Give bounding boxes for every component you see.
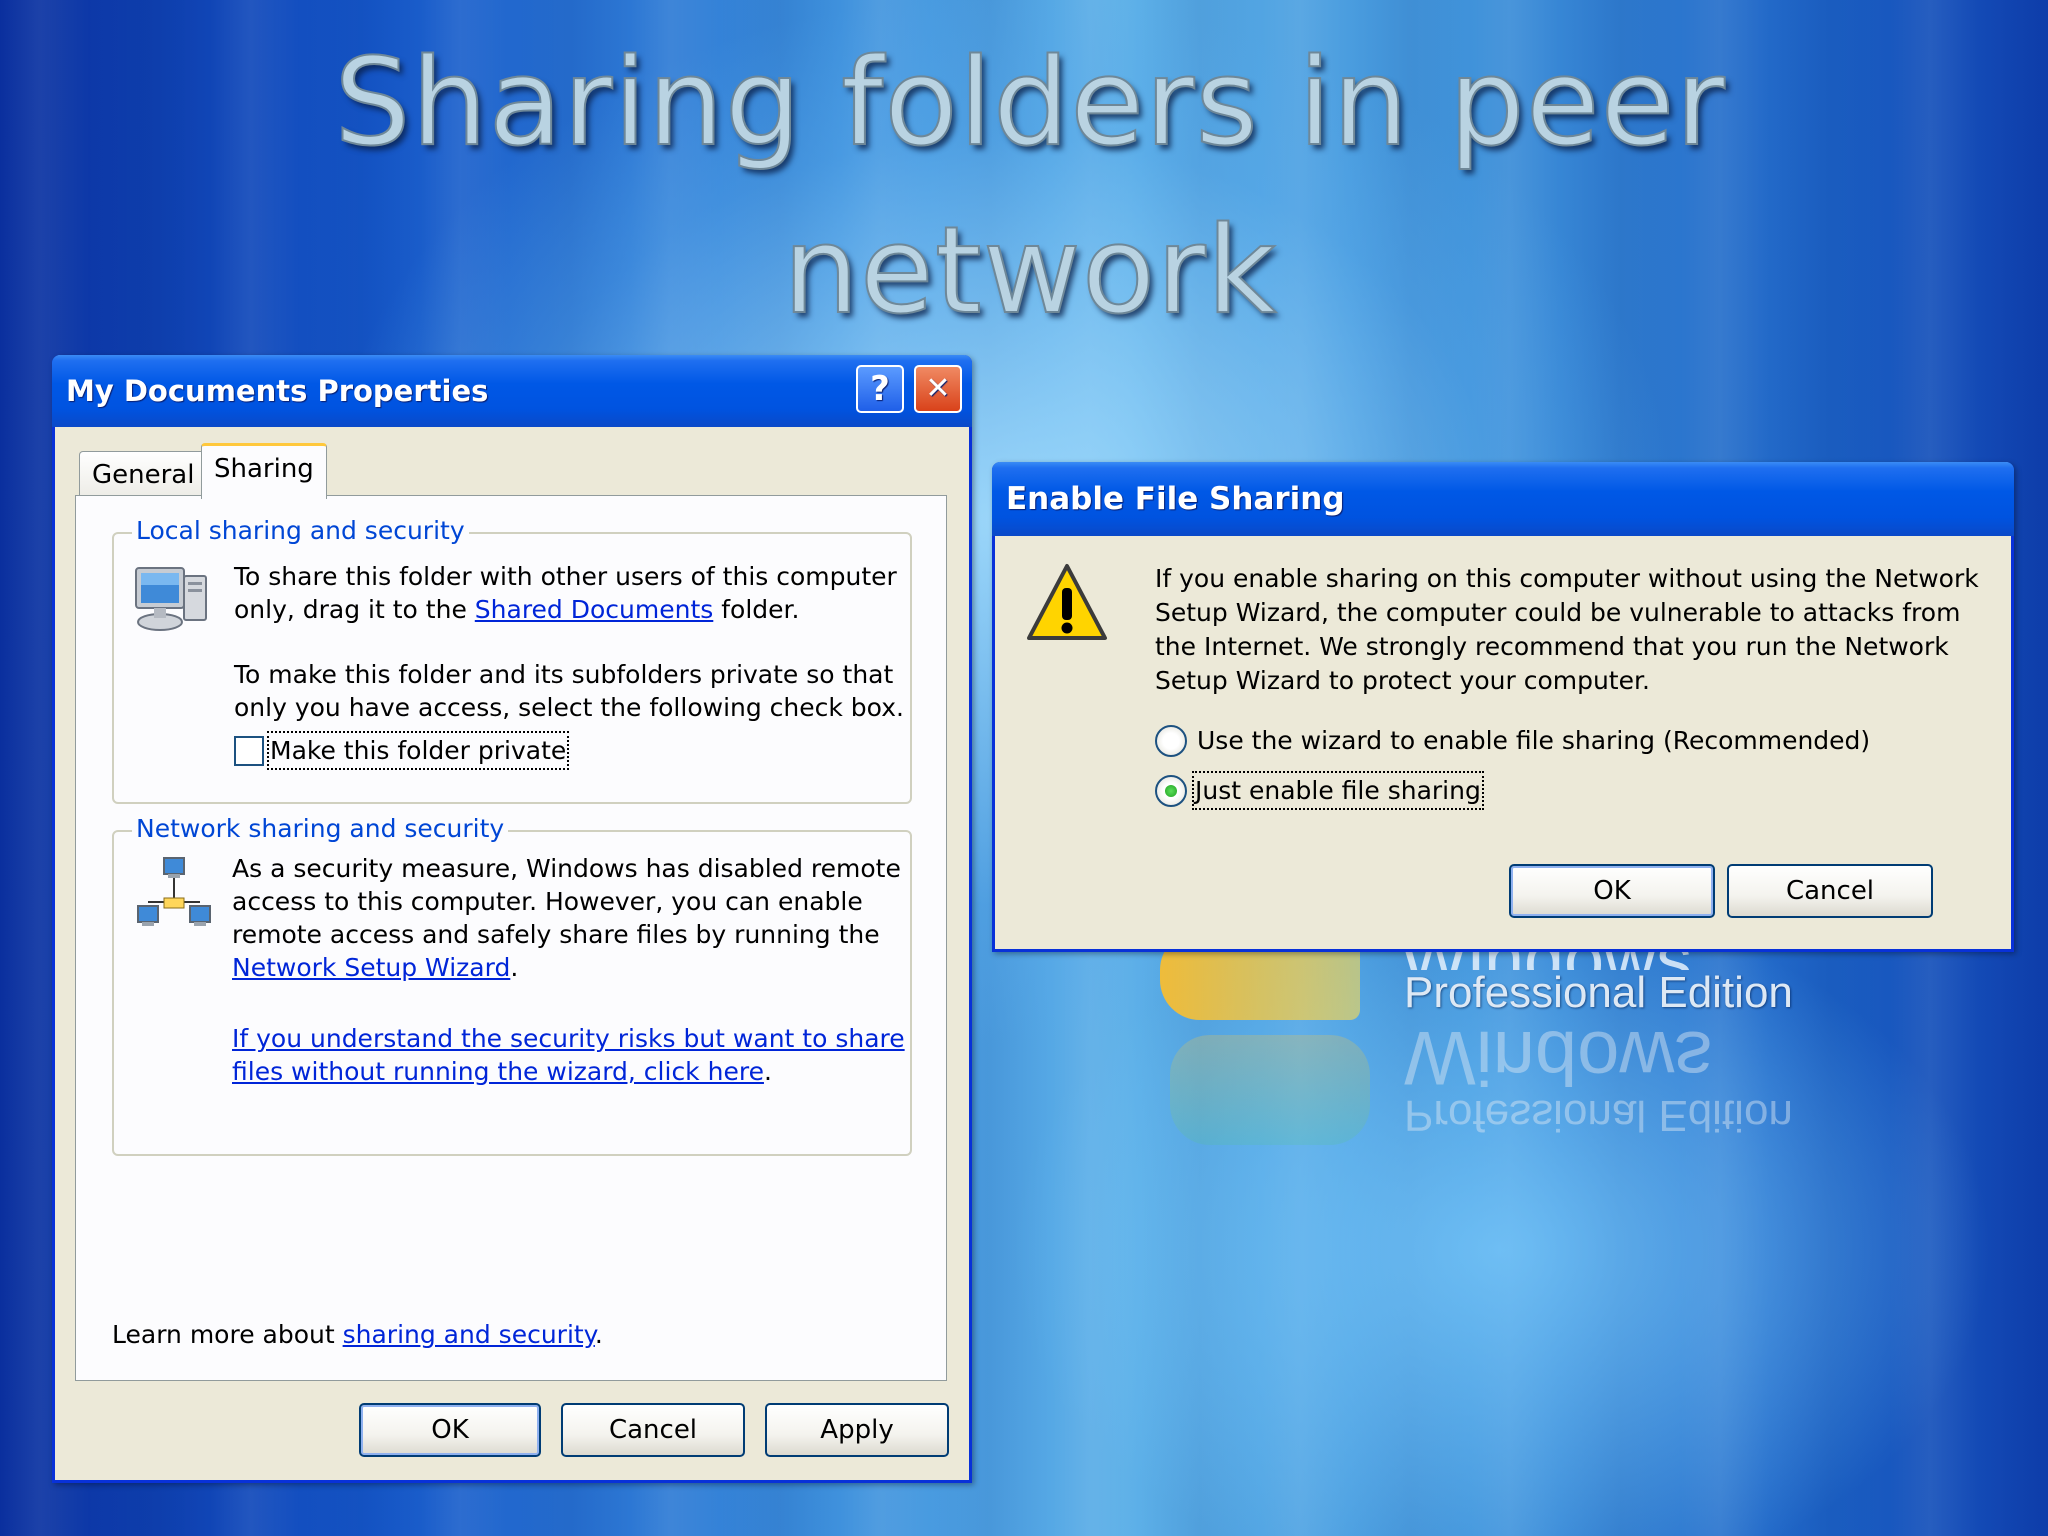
local-line-2-prefix: only, drag it to the: [234, 595, 475, 624]
share-without-wizard-link-2[interactable]: files without running the wizard, click …: [232, 1057, 764, 1086]
tab-general[interactable]: General: [79, 451, 208, 499]
warning-icon: [1027, 564, 1107, 640]
windows-logo-reflection: Professional Edition Windows: [1404, 1015, 1793, 1140]
message-line-3: the Internet. We strongly recommend that…: [1155, 632, 1949, 661]
risk-suffix: .: [763, 1057, 772, 1086]
tab-sharing[interactable]: Sharing: [201, 443, 327, 499]
title-bar[interactable]: My Documents Properties ? ✕: [52, 355, 972, 427]
local-line-2: only, drag it to the Shared Documents fo…: [234, 593, 914, 626]
network-sharing-legend: Network sharing and security: [132, 814, 509, 843]
dialog-title: Enable File Sharing: [1006, 481, 1345, 517]
option-use-wizard[interactable]: Use the wizard to enable file sharing (R…: [1155, 724, 1870, 757]
apply-button[interactable]: Apply: [765, 1403, 949, 1457]
local-sharing-legend: Local sharing and security: [132, 516, 469, 545]
slide-title: Sharing folders in peer network: [333, 33, 1726, 342]
ok-button[interactable]: OK: [359, 1403, 541, 1457]
make-private-checkbox[interactable]: [234, 735, 264, 766]
cancel-button[interactable]: Cancel: [561, 1403, 745, 1457]
network-line-3: remote access and safely share files by …: [232, 920, 880, 949]
computer-icon: [135, 567, 207, 631]
make-private-row: Make this folder private: [234, 731, 914, 770]
network-sharing-group: Network sharing and security As a securi…: [112, 814, 912, 1156]
sharing-and-security-link[interactable]: sharing and security: [343, 1320, 595, 1349]
message-line-4: Setup Wizard to protect your computer.: [1155, 666, 1650, 695]
network-sharing-text: As a security measure, Windows has disab…: [232, 852, 922, 1088]
learn-more-suffix: .: [594, 1320, 603, 1349]
wizard-suffix: .: [510, 953, 519, 982]
windows-edition-text: Professional Edition: [1404, 968, 1793, 1017]
network-computers-icon: [137, 857, 211, 926]
dialog-message: If you enable sharing on this computer w…: [1155, 562, 1995, 698]
just-enable-label[interactable]: Just enable file sharing: [1192, 771, 1484, 810]
network-line-2: access to this computer. However, you ca…: [232, 887, 863, 916]
use-wizard-label[interactable]: Use the wizard to enable file sharing (R…: [1197, 724, 1870, 757]
help-button[interactable]: ?: [856, 365, 904, 413]
private-line-1: To make this folder and its subfolders p…: [234, 660, 894, 689]
network-setup-wizard-link[interactable]: Network Setup Wizard: [232, 953, 510, 982]
network-line-4: Network Setup Wizard.: [232, 951, 922, 984]
use-wizard-radio[interactable]: [1155, 724, 1187, 757]
network-line-1: As a security measure, Windows has disab…: [232, 854, 901, 883]
local-sharing-group: Local sharing and security To share this…: [112, 516, 914, 804]
window-title: My Documents Properties: [66, 374, 489, 408]
my-documents-properties-window: My Documents Properties ? ✕ General Shar…: [52, 355, 972, 1483]
dialog-ok-button[interactable]: OK: [1509, 864, 1715, 918]
dialog-cancel-button[interactable]: Cancel: [1727, 864, 1933, 918]
learn-more-prefix: Learn more about: [112, 1320, 343, 1349]
just-enable-radio[interactable]: [1155, 774, 1187, 807]
dialog-title-bar[interactable]: Enable File Sharing: [992, 462, 2014, 536]
sharing-tab-panel: Local sharing and security To share this…: [75, 495, 947, 1381]
option-just-enable[interactable]: Just enable file sharing: [1155, 771, 1484, 810]
local-line-2-suffix: folder.: [713, 595, 800, 624]
shared-documents-link[interactable]: Shared Documents: [475, 595, 714, 624]
share-without-wizard-link-1[interactable]: If you understand the security risks but…: [232, 1024, 905, 1053]
learn-more-line: Learn more about sharing and security.: [112, 1318, 603, 1351]
local-sharing-text: To share this folder with other users of…: [234, 560, 914, 770]
reflection-word: Windows: [1404, 1015, 1713, 1100]
message-line-2: Setup Wizard, the computer could be vuln…: [1155, 598, 1961, 627]
local-line-1: To share this folder with other users of…: [234, 562, 897, 591]
private-line-2: only you have access, select the followi…: [234, 693, 904, 722]
risk-link-line-2: files without running the wizard, click …: [232, 1055, 922, 1088]
risk-link-line-1: If you understand the security risks but…: [232, 1022, 922, 1055]
message-line-1: If you enable sharing on this computer w…: [1155, 564, 1979, 593]
make-private-label[interactable]: Make this folder private: [266, 731, 570, 770]
windows-flag-reflection: [1170, 1035, 1370, 1145]
enable-file-sharing-dialog: Enable File Sharing If you enable sharin…: [992, 462, 2014, 952]
windows-logo-watermark: Windows Professional Edition Professiona…: [1160, 930, 1800, 1170]
close-button[interactable]: ✕: [914, 365, 962, 413]
